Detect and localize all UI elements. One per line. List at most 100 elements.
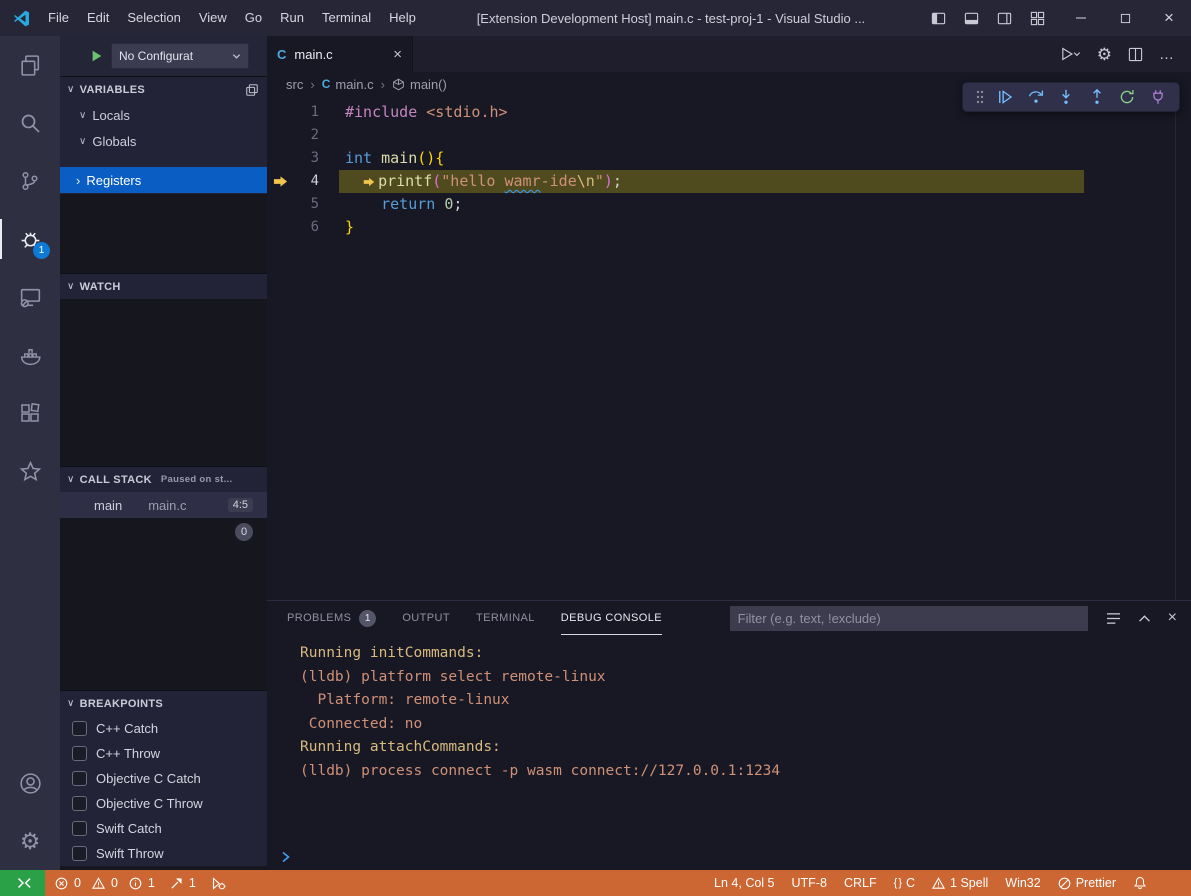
spell-checker[interactable]: 1 Spell — [932, 876, 988, 890]
breakpoint-swift-throw[interactable]: Swift Throw — [60, 841, 267, 866]
breakpoint-gutter[interactable] — [267, 124, 293, 147]
cursor-position[interactable]: Ln 4, Col 5 — [714, 876, 774, 890]
checkbox[interactable] — [72, 746, 87, 761]
code-editor[interactable]: 1 #include <stdio.h> 2 3 int main(){ — [267, 96, 1191, 600]
tab-problems[interactable]: PROBLEMS 1 — [287, 601, 376, 635]
breakpoint-cpp-catch[interactable]: C++ Catch — [60, 716, 267, 741]
checkbox[interactable] — [72, 846, 87, 861]
activity-extensions[interactable] — [0, 384, 60, 442]
toggle-sidebar-icon[interactable] — [931, 11, 946, 26]
breakpoint-cpp-throw[interactable]: C++ Throw — [60, 741, 267, 766]
tab-output[interactable]: OUTPUT — [402, 601, 450, 635]
breakpoint-label: Objective C Catch — [96, 771, 201, 786]
code-line-6[interactable]: 6 } — [267, 216, 1191, 239]
collapse-all-icon[interactable] — [245, 83, 259, 97]
customize-layout-icon[interactable] — [1030, 11, 1045, 26]
code-line-3[interactable]: 3 int main(){ — [267, 147, 1191, 170]
debug-status[interactable] — [211, 876, 226, 891]
activity-explorer[interactable] — [0, 36, 60, 94]
checkbox[interactable] — [72, 721, 87, 736]
language-mode[interactable]: { } C — [894, 876, 915, 890]
close-tab-icon[interactable]: × — [393, 46, 402, 63]
variables-scope-globals[interactable]: ∨ Globals — [60, 128, 267, 154]
breakpoint-objc-catch[interactable]: Objective C Catch — [60, 766, 267, 791]
breadcrumb-main-c[interactable]: C main.c — [322, 77, 374, 92]
formatter-prettier[interactable]: Prettier — [1058, 876, 1116, 890]
disconnect-button[interactable] — [1149, 88, 1167, 106]
console-filter-input[interactable] — [730, 606, 1088, 631]
menu-help[interactable]: Help — [380, 0, 425, 36]
breakpoint-swift-catch[interactable]: Swift Catch — [60, 816, 267, 841]
watch-pane-header[interactable]: ∨ WATCH — [60, 273, 267, 299]
code-line-2[interactable]: 2 — [267, 124, 1191, 147]
breadcrumb-separator: › — [381, 77, 385, 92]
step-out-button[interactable] — [1088, 88, 1106, 106]
breakpoint-objc-throw[interactable]: Objective C Throw — [60, 791, 267, 816]
code-line-4-current[interactable]: 4 printf("hello wamr-ide\n"); — [267, 170, 1191, 193]
menu-go[interactable]: Go — [236, 0, 271, 36]
encoding[interactable]: UTF-8 — [792, 876, 827, 890]
tab-debug-console[interactable]: DEBUG CONSOLE — [561, 601, 662, 635]
docker-whale-icon — [18, 343, 43, 368]
tab-terminal[interactable]: TERMINAL — [476, 601, 535, 635]
variables-scope-locals[interactable]: ∨ Locals — [60, 102, 267, 128]
activity-docker[interactable] — [0, 326, 60, 384]
toggle-panel-icon[interactable] — [964, 11, 979, 26]
checkbox[interactable] — [72, 821, 87, 836]
breakpoint-gutter[interactable] — [267, 193, 293, 216]
console-input-row[interactable] — [267, 843, 1191, 870]
activity-run-and-debug[interactable]: 1 — [0, 210, 60, 268]
problems-summary[interactable]: 0 0 1 — [55, 876, 155, 890]
breadcrumb-src[interactable]: src — [286, 77, 303, 92]
menu-file[interactable]: File — [39, 0, 78, 36]
stack-frame-row[interactable]: main main.c 4:5 — [60, 492, 267, 518]
activity-favorites[interactable] — [0, 442, 60, 500]
close-window-button[interactable]: × — [1147, 0, 1191, 36]
output-settings-icon[interactable] — [1106, 612, 1121, 625]
activity-search[interactable] — [0, 94, 60, 152]
code-line-5[interactable]: 5 return 0; — [267, 193, 1191, 216]
activity-settings[interactable]: ⚙ — [0, 812, 60, 870]
toolbar-drag-grip[interactable] — [976, 89, 984, 105]
eol-sequence[interactable]: CRLF — [844, 876, 877, 890]
breakpoints-pane-header[interactable]: ∨ BREAKPOINTS — [60, 690, 267, 716]
breadcrumb-main-symbol[interactable]: main() — [392, 77, 447, 92]
close-panel-icon[interactable]: × — [1168, 609, 1177, 627]
continue-button[interactable] — [996, 88, 1014, 106]
menu-view[interactable]: View — [190, 0, 236, 36]
notifications-bell[interactable] — [1133, 876, 1147, 890]
activity-source-control[interactable] — [0, 152, 60, 210]
restart-button[interactable] — [1118, 88, 1136, 106]
checkbox[interactable] — [72, 771, 87, 786]
menu-selection[interactable]: Selection — [118, 0, 189, 36]
breakpoint-gutter[interactable] — [267, 216, 293, 239]
breakpoint-gutter[interactable] — [267, 170, 293, 193]
menu-terminal[interactable]: Terminal — [313, 0, 380, 36]
maximize-button[interactable] — [1103, 0, 1147, 36]
checkbox[interactable] — [72, 796, 87, 811]
step-over-button[interactable] — [1027, 88, 1045, 106]
step-into-button[interactable] — [1057, 88, 1075, 106]
call-stack-pane-header[interactable]: ∨ CALL STACK Paused on st... — [60, 466, 267, 492]
gear-icon[interactable]: ⚙ — [1097, 46, 1112, 63]
more-actions-icon[interactable]: … — [1159, 46, 1175, 63]
variables-pane-header[interactable]: ∨ VARIABLES — [60, 76, 267, 102]
breakpoint-gutter[interactable] — [267, 101, 293, 124]
launch-config-dropdown[interactable]: No Configurat — [111, 43, 249, 69]
menu-edit[interactable]: Edit — [78, 0, 118, 36]
menu-run[interactable]: Run — [271, 0, 313, 36]
remote-indicator[interactable] — [0, 870, 45, 896]
tab-main-c[interactable]: C main.c × — [267, 36, 413, 72]
platform-target[interactable]: Win32 — [1005, 876, 1040, 890]
split-editor-icon[interactable] — [1128, 47, 1143, 62]
maximize-panel-icon[interactable] — [1138, 614, 1151, 623]
run-or-debug-icon[interactable] — [1061, 46, 1081, 62]
activity-accounts[interactable] — [0, 754, 60, 812]
variables-scope-registers[interactable]: › Registers — [60, 167, 267, 193]
minimize-button[interactable] — [1059, 0, 1103, 36]
breakpoint-gutter[interactable] — [267, 147, 293, 170]
activity-remote-explorer[interactable] — [0, 268, 60, 326]
toolchain-status[interactable]: 1 — [170, 876, 196, 890]
start-debug-icon[interactable] — [90, 49, 104, 63]
toggle-secondary-sidebar-icon[interactable] — [997, 11, 1012, 26]
